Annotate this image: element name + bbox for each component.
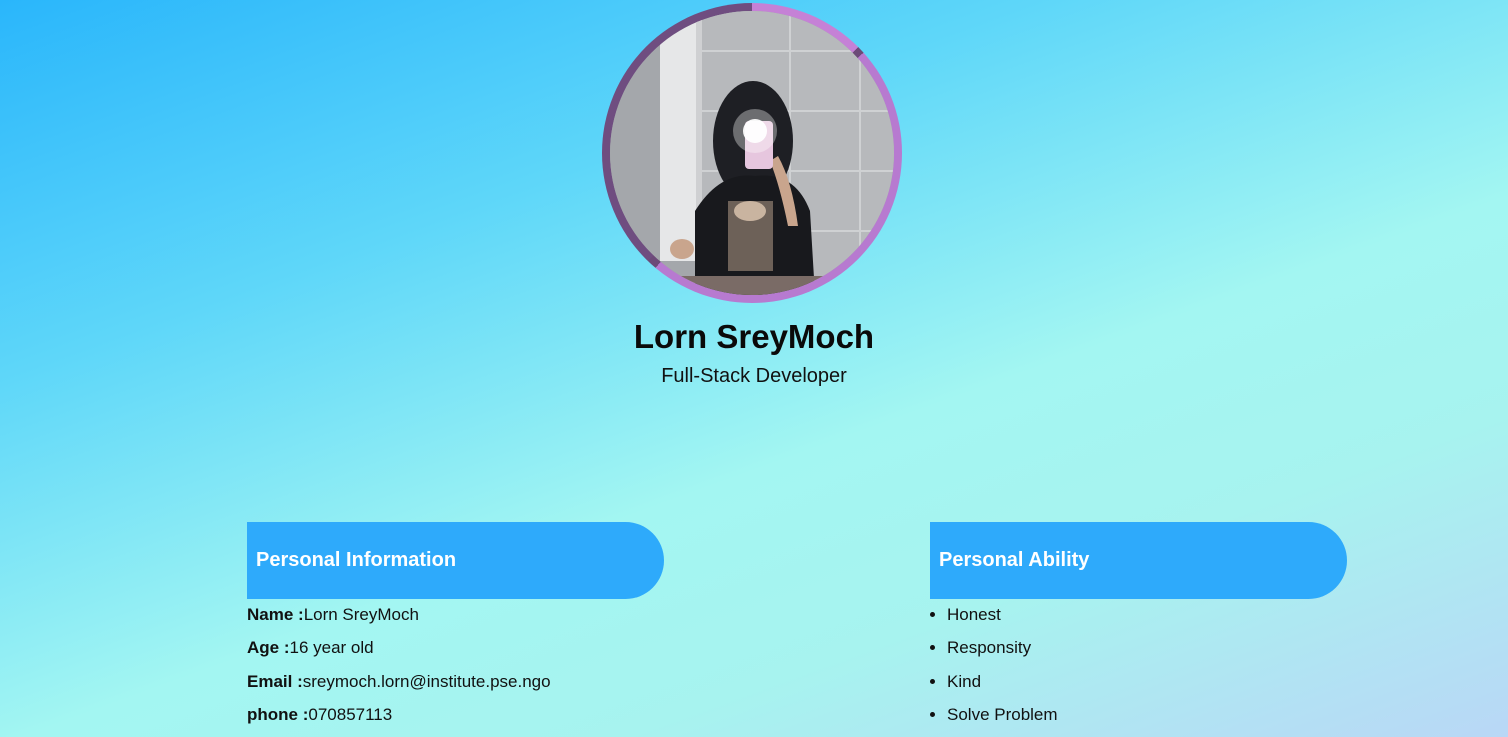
info-value: 16 year old [289,638,374,658]
ability-item: Solve Problem [947,704,1058,737]
info-label: Name : [247,605,304,624]
personal-ability-header: Personal Ability [930,522,1347,599]
info-item-phone: phone :070857113 [247,704,551,737]
ability-item: Honest [947,604,1058,637]
ability-item: Responsity [947,637,1058,670]
profile-role: Full-Stack Developer [661,365,847,387]
profile-avatar [602,3,902,303]
info-label: phone : [247,704,309,724]
info-value: 070857113 [308,704,393,724]
personal-information-header: Personal Information [247,522,664,599]
info-value: sreymoch.lorn@institute.pse.ngo [302,671,551,691]
personal-ability-list: Honest Responsity Kind Solve Problem [930,604,1058,737]
info-value: Lorn SreyMoch [303,605,419,624]
info-item-email: Email :sreymoch.lorn@institute.pse.ngo [247,671,551,704]
avatar-photo [610,11,894,295]
info-item-age: Age :16 year old [247,637,551,670]
info-item-name: Name :Lorn SreyMoch [247,604,551,637]
info-label: Email : [247,671,303,691]
profile-name: Lorn SreyMoch [633,318,875,355]
personal-information-list: Name :Lorn SreyMoch Age :16 year old Ema… [247,604,551,737]
ability-item: Kind [947,671,1058,704]
info-label: Age : [247,638,290,658]
